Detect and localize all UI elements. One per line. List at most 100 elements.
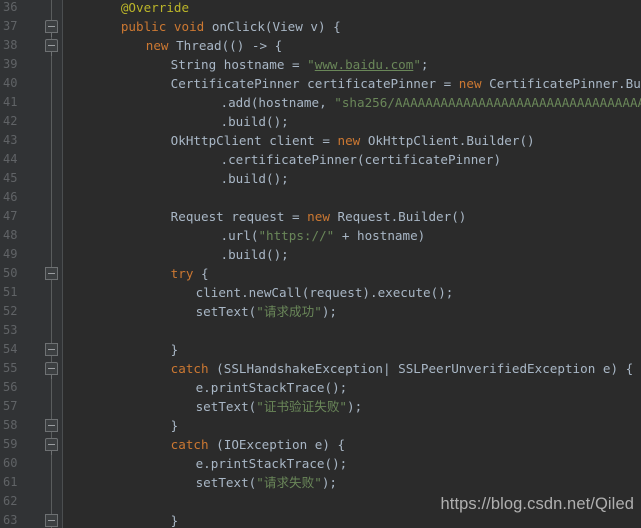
code-token-plain: ; [420,57,429,72]
code-fold-toggle[interactable] [45,39,58,52]
code-fold-toggle[interactable] [45,419,58,432]
code-line[interactable]: } [171,340,179,359]
code-token-plain: (SSLHandshakeException| SSLPeerUnverifie… [208,361,634,376]
code-line[interactable]: .build(); [221,169,289,188]
code-token-plain: Thread(() -> { [168,38,283,53]
code-token-plain: .url( [220,228,259,243]
code-token-plain: setText( [195,475,257,490]
line-number: 46 [3,190,18,204]
line-number: 43 [3,133,18,147]
code-line[interactable]: CertificatePinner certificatePinner = ne… [171,74,641,93]
code-token-plain: onClick(View v) { [204,19,341,34]
gutter-row: 57 [0,397,62,416]
line-number-gutter[interactable]: 36 37 38 39 40 41 42 43 44 45 46 47 48 49 50 51 52 53 54 55… [0,0,62,528]
code-token-plain: .add(hostname, [220,95,335,110]
code-line[interactable]: e.printStackTrace(); [196,378,348,397]
code-fold-toggle[interactable] [45,362,58,375]
line-number: 53 [3,323,18,337]
code-token-cjkstr: 请求成功 [263,304,315,319]
code-token-str: " [307,57,315,72]
code-token-kw: void [173,19,205,34]
code-token-kw: new [337,133,361,148]
code-token-cjkstr: 证书验证失败 [263,399,340,414]
line-number: 51 [3,285,18,299]
code-token-plain: ); [321,475,337,490]
code-line[interactable]: setText("证书验证失败"); [196,397,363,416]
code-token-kw: new [307,209,330,224]
code-token-plain: e.printStackTrace(); [195,456,348,471]
line-number: 49 [3,247,18,261]
code-token-anno: @Override [120,0,190,15]
line-number: 61 [3,475,18,489]
code-line[interactable]: } [171,416,179,435]
gutter-row: 44 [0,150,62,169]
line-number: 63 [3,513,18,527]
code-token-plain: ); [321,304,337,319]
code-token-plain: OkHttpClient.Builder() [360,133,535,148]
code-token-plain: String hostname = [170,57,308,72]
gutter-row: 53 [0,321,62,340]
code-token-kw: try [170,266,194,281]
code-line[interactable]: .build(); [221,112,289,131]
code-token-url: www.baidu.com [314,57,414,72]
code-token-str: "sha256/AAAAAAAAAAAAAAAAAAAAAAAAAAAAAAAA… [334,95,641,110]
code-fold-toggle[interactable] [45,514,58,527]
code-fold-nub [51,33,52,37]
code-line[interactable]: .add(hostname, "sha256/AAAAAAAAAAAAAAAAA… [221,93,641,112]
code-token-plain: setText( [195,399,257,414]
code-line[interactable]: public void onClick(View v) { [121,17,341,36]
code-line[interactable]: .url("https://" + hostname) [221,226,426,245]
code-token-kw: new [145,38,169,53]
code-line[interactable]: new Thread(() -> { [146,36,282,55]
line-number: 52 [3,304,18,318]
code-token-plain: .build(); [220,114,289,129]
gutter-row: 46 [0,188,62,207]
code-token-plain: Request request = [170,209,308,224]
code-token-kw: catch [170,437,209,452]
code-token-str: "https://" [258,228,335,243]
code-token-plain: } [170,342,179,357]
code-line[interactable]: catch (SSLHandshakeException| SSLPeerUnv… [171,359,634,378]
code-editor[interactable]: 36 37 38 39 40 41 42 43 44 45 46 47 48 49 50 51 52 53 54 55… [0,0,641,528]
code-token-plain: .build(); [220,247,289,262]
code-token-plain: setText( [195,304,257,319]
code-line[interactable]: @Override [121,0,189,17]
code-token-plain: OkHttpClient client = [170,133,338,148]
code-line[interactable]: try { [171,264,209,283]
code-token-str: " [339,399,348,414]
code-line[interactable]: .build(); [221,245,289,264]
gutter-row: 48 [0,226,62,245]
code-token-kw: catch [170,361,209,376]
code-line[interactable]: client.newCall(request).execute(); [196,283,454,302]
code-content-area[interactable]: @Override public void onClick(View v) {ne… [63,0,641,528]
line-number: 38 [3,38,18,52]
code-line[interactable]: Request request = new Request.Builder() [171,207,467,226]
code-fold-nub [51,52,52,56]
line-number: 55 [3,361,18,375]
code-line[interactable]: OkHttpClient client = new OkHttpClient.B… [171,131,535,150]
code-line[interactable]: .certificatePinner(certificatePinner) [221,150,502,169]
code-token-str: " [314,475,322,490]
code-fold-toggle[interactable] [45,343,58,356]
code-token-plain: e.printStackTrace(); [195,380,348,395]
line-number: 37 [3,19,18,33]
line-number: 44 [3,152,18,166]
code-line[interactable]: e.printStackTrace(); [196,454,348,473]
code-line[interactable]: setText("请求失败"); [196,473,337,492]
gutter-row: 43 [0,131,62,150]
code-line[interactable]: setText("请求成功"); [196,302,337,321]
code-token-plain: CertificatePinner certificatePinner = [170,76,459,91]
code-fold-toggle[interactable] [45,20,58,33]
code-fold-nub [51,375,52,379]
code-line[interactable]: } [171,511,179,528]
gutter-row: 62 [0,492,62,511]
code-fold-toggle[interactable] [45,438,58,451]
line-number: 56 [3,380,18,394]
code-token-plain: + hostname) [334,228,426,243]
code-line[interactable]: String hostname = "www.baidu.com"; [171,55,429,74]
code-line[interactable]: catch (IOException e) { [171,435,345,454]
code-fold-toggle[interactable] [45,267,58,280]
gutter-row: 41 [0,93,62,112]
watermark-blog-url: https://blog.csdn.net/Qiled [440,495,634,513]
code-token-kw: public [120,19,167,34]
